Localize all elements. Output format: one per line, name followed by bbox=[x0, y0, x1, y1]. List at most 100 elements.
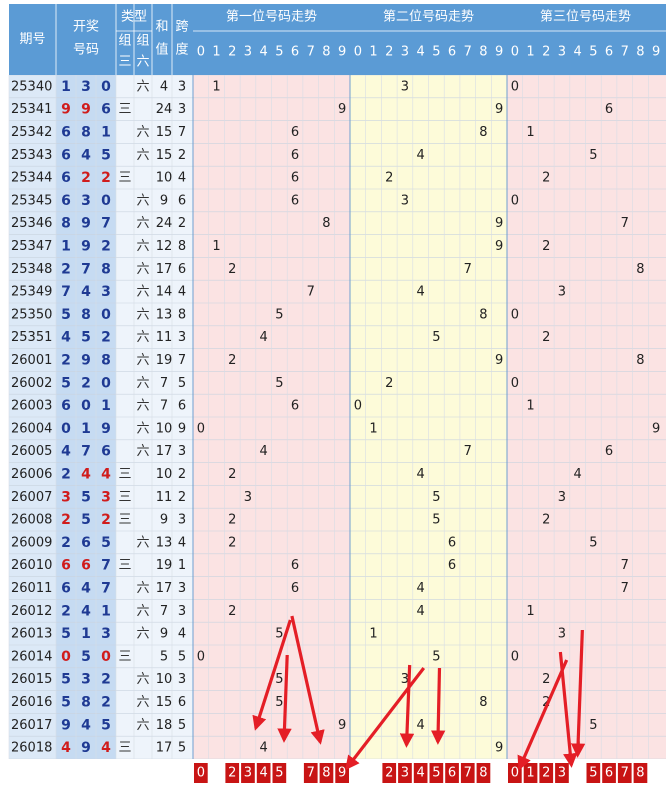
header-digit-3-7: 7 bbox=[621, 45, 629, 60]
trend-digit-pos2: 2 bbox=[385, 376, 393, 391]
trend-digit-pos1: 9 bbox=[338, 102, 346, 117]
group-six-mark: 六 bbox=[136, 604, 149, 619]
trend-digit-pos3: 0 bbox=[511, 649, 519, 664]
header-digit-3-9: 9 bbox=[652, 45, 660, 60]
period-26002: 26002 bbox=[11, 376, 52, 391]
header-group3-1: 组 bbox=[118, 34, 131, 49]
header-draw-2: 号码 bbox=[73, 43, 99, 58]
draw-digit: 4 bbox=[81, 603, 91, 619]
trend-digit-pos1: 4 bbox=[260, 741, 268, 756]
draw-digit: 6 bbox=[101, 444, 111, 460]
pick-digit-pos3: 7 bbox=[621, 766, 629, 781]
trend-digit-pos2: 9 bbox=[495, 102, 503, 117]
sum-value: 15 bbox=[156, 695, 173, 710]
sum-value: 7 bbox=[160, 376, 168, 391]
pick-digit-pos3: 6 bbox=[605, 766, 613, 781]
draw-digit: 5 bbox=[61, 672, 71, 688]
pick-digit-pos2: 8 bbox=[479, 766, 487, 781]
sum-value: 9 bbox=[160, 627, 168, 642]
draw-digit: 6 bbox=[61, 558, 71, 574]
header-pos1-title: 第一位号码走势 bbox=[226, 9, 317, 25]
span-value: 8 bbox=[178, 307, 186, 322]
period-26004: 26004 bbox=[11, 421, 52, 436]
sum-value: 17 bbox=[156, 262, 173, 277]
sum-value: 17 bbox=[156, 581, 173, 596]
sum-value: 11 bbox=[156, 490, 173, 505]
draw-digit: 0 bbox=[101, 79, 111, 95]
group-six-mark: 六 bbox=[136, 239, 149, 254]
sum-value: 17 bbox=[156, 444, 173, 459]
header-sum-1: 和 bbox=[155, 20, 168, 35]
period-26006: 26006 bbox=[11, 467, 52, 482]
trend-digit-pos1: 6 bbox=[291, 558, 299, 573]
group-three-mark: 三 bbox=[118, 558, 131, 573]
draw-digit: 1 bbox=[101, 603, 111, 619]
period-26010: 26010 bbox=[11, 558, 52, 573]
header-sum-2: 值 bbox=[155, 42, 168, 58]
draw-digit: 2 bbox=[101, 695, 111, 711]
trend-digit-pos1: 5 bbox=[275, 376, 283, 391]
draw-digit: 3 bbox=[101, 489, 111, 505]
sum-value: 15 bbox=[156, 148, 173, 163]
group-three-mark: 三 bbox=[118, 490, 131, 505]
trend-digit-pos3: 2 bbox=[542, 239, 550, 254]
trend-digit-pos3: 7 bbox=[621, 216, 629, 231]
draw-digit: 2 bbox=[61, 603, 71, 619]
sum-value: 13 bbox=[156, 535, 173, 550]
period-26011: 26011 bbox=[11, 581, 52, 596]
pick-digit-pos3: 8 bbox=[636, 766, 644, 781]
period-26016: 26016 bbox=[11, 695, 52, 710]
pick-digit-pos3: 2 bbox=[542, 766, 550, 781]
trend-digit-pos3: 0 bbox=[511, 307, 519, 322]
draw-digit: 2 bbox=[61, 535, 71, 551]
header-digit-1-5: 5 bbox=[275, 45, 283, 60]
period-26008: 26008 bbox=[11, 513, 52, 528]
header-digit-2-5: 5 bbox=[432, 45, 440, 60]
period-26014: 26014 bbox=[11, 649, 52, 664]
period-25347: 25347 bbox=[11, 239, 52, 254]
trend-digit-pos3: 2 bbox=[542, 672, 550, 687]
trend-digit-pos1: 8 bbox=[322, 216, 330, 231]
period-26015: 26015 bbox=[11, 672, 52, 687]
header-digit-3-5: 5 bbox=[589, 45, 597, 60]
draw-digit: 6 bbox=[61, 147, 71, 163]
pick-digit-pos1: 5 bbox=[275, 766, 283, 781]
sum-value: 11 bbox=[156, 330, 173, 345]
trend-digit-pos2: 3 bbox=[401, 79, 409, 94]
trend-digit-pos3: 6 bbox=[605, 444, 613, 459]
trend-digit-pos2: 1 bbox=[369, 421, 377, 436]
period-25340: 25340 bbox=[11, 79, 52, 94]
trend-digit-pos3: 6 bbox=[605, 102, 613, 117]
pick-digit-pos2: 4 bbox=[417, 766, 425, 781]
trend-digit-pos1: 6 bbox=[291, 125, 299, 140]
header-digit-3-2: 2 bbox=[542, 45, 550, 60]
pick-digit-pos3: 0 bbox=[511, 766, 519, 781]
draw-digit: 1 bbox=[61, 239, 71, 255]
span-value: 6 bbox=[178, 399, 186, 414]
sum-value: 9 bbox=[160, 193, 168, 208]
trend-digit-pos2: 5 bbox=[432, 649, 440, 664]
trend-digit-pos3: 5 bbox=[589, 718, 597, 733]
group-three-mark: 三 bbox=[118, 741, 131, 756]
draw-digit: 1 bbox=[101, 125, 111, 141]
span-value: 3 bbox=[178, 672, 186, 687]
draw-digit: 9 bbox=[81, 102, 91, 118]
sum-value: 24 bbox=[156, 216, 173, 231]
span-value: 5 bbox=[178, 649, 186, 664]
span-value: 3 bbox=[178, 444, 186, 459]
trend-digit-pos2: 4 bbox=[417, 148, 425, 163]
trend-digit-pos1: 0 bbox=[197, 649, 205, 664]
header-digit-2-4: 4 bbox=[417, 45, 425, 60]
draw-digit: 9 bbox=[101, 421, 111, 437]
trend-digit-pos1: 6 bbox=[291, 148, 299, 163]
draw-digit: 5 bbox=[61, 695, 71, 711]
pick-digit-pos2: 6 bbox=[448, 766, 456, 781]
period-26012: 26012 bbox=[11, 604, 52, 619]
sum-value: 10 bbox=[156, 171, 173, 186]
header-digit-2-3: 3 bbox=[401, 45, 409, 60]
trend-digit-pos1: 5 bbox=[275, 627, 283, 642]
draw-digit: 7 bbox=[101, 216, 111, 232]
draw-digit: 2 bbox=[81, 375, 91, 391]
draw-digit: 0 bbox=[101, 307, 111, 323]
trend-digit-pos2: 2 bbox=[385, 171, 393, 186]
